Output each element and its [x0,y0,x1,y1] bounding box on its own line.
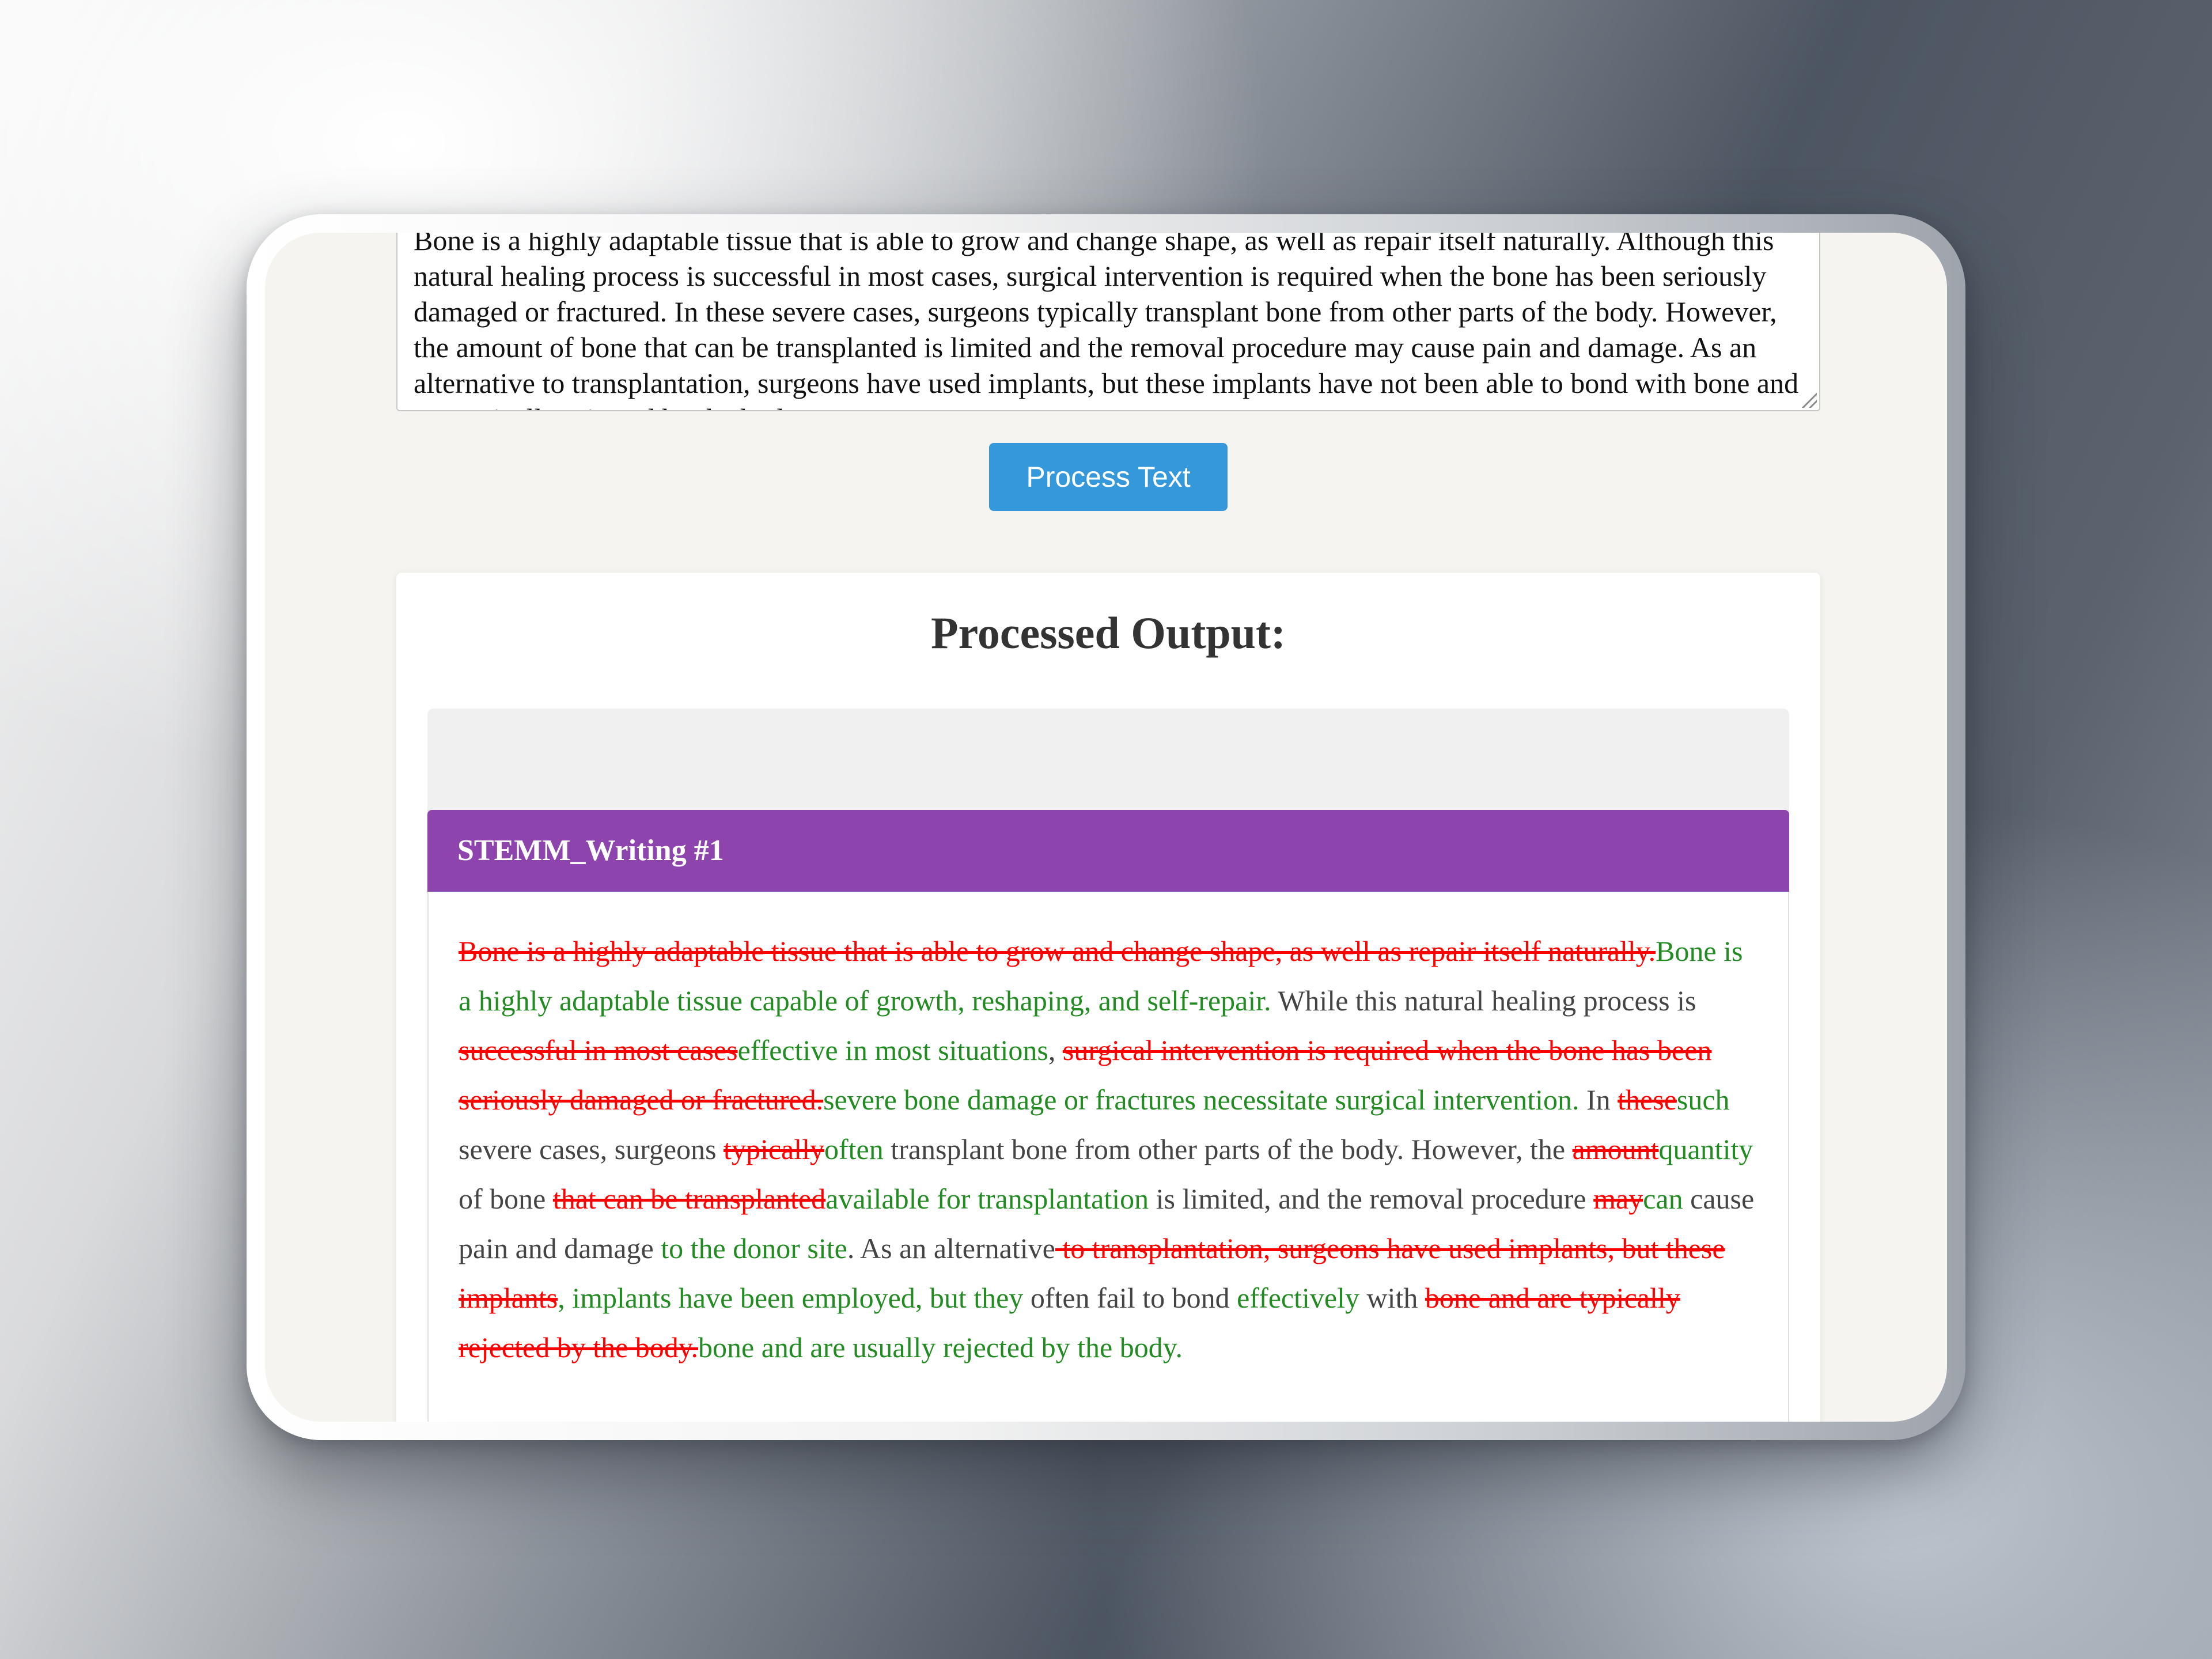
inserted-text: severe bone damage or fractures necessit… [823,1084,1580,1116]
writing-panel-header: STEMM_Writing #1 [427,810,1789,892]
unchanged-text: is limited, and the removal procedure [1149,1183,1594,1215]
output-card: Processed Output: STEMM_Writing #1 Bone … [396,573,1820,1422]
deleted-text: amount [1572,1133,1659,1165]
deleted-text: that can be transplanted [552,1183,826,1215]
inserted-text: available for transplantation [825,1183,1149,1215]
unchanged-text: . As an alternative [847,1232,1055,1264]
resize-handle-icon[interactable] [1802,393,1817,408]
output-title: Processed Output: [930,608,1286,658]
inserted-text: to the donor site [661,1232,847,1264]
unchanged-text: severe cases, surgeons [459,1133,724,1165]
unchanged-text: of bone [459,1183,553,1215]
inserted-text: , implants have been employed, but they [558,1282,1024,1314]
inserted-text: bone and are usually rejected by the bod… [698,1331,1183,1363]
inserted-text: quantity [1658,1133,1753,1165]
deleted-text: successful in most cases [459,1034,738,1066]
inserted-text: such [1676,1084,1730,1116]
process-text-button[interactable]: Process Text [989,443,1228,511]
unchanged-text: transplant bone from other parts of the … [883,1133,1573,1165]
deleted-text: Bone is a highly adaptable tissue that i… [459,935,1656,967]
input-text[interactable]: Bone is a highly adaptable tissue that i… [414,233,1802,410]
unchanged-text: with [1359,1282,1425,1314]
inserted-text: effectively [1237,1282,1359,1314]
deleted-text: typically [724,1133,824,1165]
output-toolbar-area [427,709,1789,810]
diff-text: Bone is a highly adaptable tissue that i… [459,926,1762,1372]
inserted-text: often [824,1133,884,1165]
deleted-text: these [1618,1084,1677,1116]
unchanged-text: While this natural healing process is [1271,984,1696,1017]
device-screen: Bone is a highly adaptable tissue that i… [265,233,1947,1422]
unchanged-text: , [1048,1034,1063,1066]
deleted-text: may [1593,1183,1643,1215]
unchanged-text: often fail to bond [1023,1282,1237,1314]
input-textarea[interactable]: Bone is a highly adaptable tissue that i… [396,233,1820,411]
inserted-text: effective in most situations [737,1034,1048,1066]
writing-panel: STEMM_Writing #1 Bone is a highly adapta… [427,810,1789,1422]
unchanged-text: In [1579,1084,1618,1116]
inserted-text: can [1643,1183,1683,1215]
